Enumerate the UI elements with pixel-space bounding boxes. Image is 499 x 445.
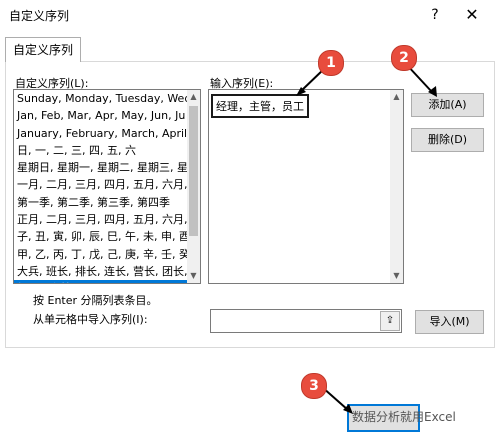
import-button[interactable]: 导入(M) [415,310,484,334]
title-bar: 自定义序列 ? ✕ [0,0,499,30]
window-title: 自定义序列 [9,9,70,23]
list-item[interactable]: 第一季, 第二季, 第三季, 第四季 [14,194,187,211]
callout-3: 3 [301,373,327,399]
custom-lists-listbox[interactable]: Sunday, Monday, Tuesday, Wed Jan, Feb, Ma… [13,89,201,284]
import-label: 从单元格中导入序列(I): [33,313,148,326]
list-item[interactable]: 星期日, 星期一, 星期二, 星期三, 星 [14,159,187,176]
list-item[interactable]: 日, 一, 二, 三, 四, 五, 六 [14,142,187,159]
watermark-text: 数据分析就用Excel [352,410,456,424]
list-scrollbar[interactable]: ▲ ▼ [187,90,200,283]
tab-custom-lists[interactable]: 自定义序列 [5,37,81,62]
list-item[interactable]: January, February, March, April [14,125,187,142]
scroll-up-icon[interactable]: ▲ [187,90,200,104]
list-item[interactable]: 经理，主管，员工 [14,280,187,283]
hint-text: 按 Enter 分隔列表条目。 [33,294,158,307]
callout-2: 2 [391,45,417,71]
list-item[interactable]: 子, 丑, 寅, 卯, 辰, 巳, 午, 未, 申, 酉 [14,228,187,245]
delete-button[interactable]: 删除(D) [411,128,484,152]
scroll-thumb[interactable] [189,106,198,236]
help-button[interactable]: ? [425,4,445,26]
list-item[interactable]: Jan, Feb, Mar, Apr, May, Jun, Ju [14,107,187,124]
scroll-up-icon[interactable]: ▲ [390,90,403,104]
list-item[interactable]: 甲, 乙, 丙, 丁, 戊, 己, 庚, 辛, 壬, 癸 [14,246,187,263]
list-entries-value: 经理，主管，员工 [211,94,309,118]
list-item[interactable]: 一月, 二月, 三月, 四月, 五月, 六月, [14,176,187,193]
add-button[interactable]: 添加(A) [411,93,484,117]
list-item[interactable]: Sunday, Monday, Tuesday, Wed [14,90,187,107]
list-item[interactable]: 正月, 二月, 三月, 四月, 五月, 六月, [14,211,187,228]
close-button[interactable]: ✕ [462,4,482,26]
scroll-down-icon[interactable]: ▼ [390,269,403,283]
range-picker-icon[interactable]: ⇪ [380,311,400,331]
import-range-input[interactable]: ⇪ [210,309,402,333]
callout-1: 1 [318,50,344,76]
entries-scrollbar[interactable]: ▲ ▼ [390,90,403,283]
scroll-down-icon[interactable]: ▼ [187,269,200,283]
list-item[interactable]: 大兵, 班长, 排长, 连长, 营长, 团长, [14,263,187,280]
list-entries-textarea[interactable]: 经理，主管，员工 ▲ ▼ [208,89,404,284]
